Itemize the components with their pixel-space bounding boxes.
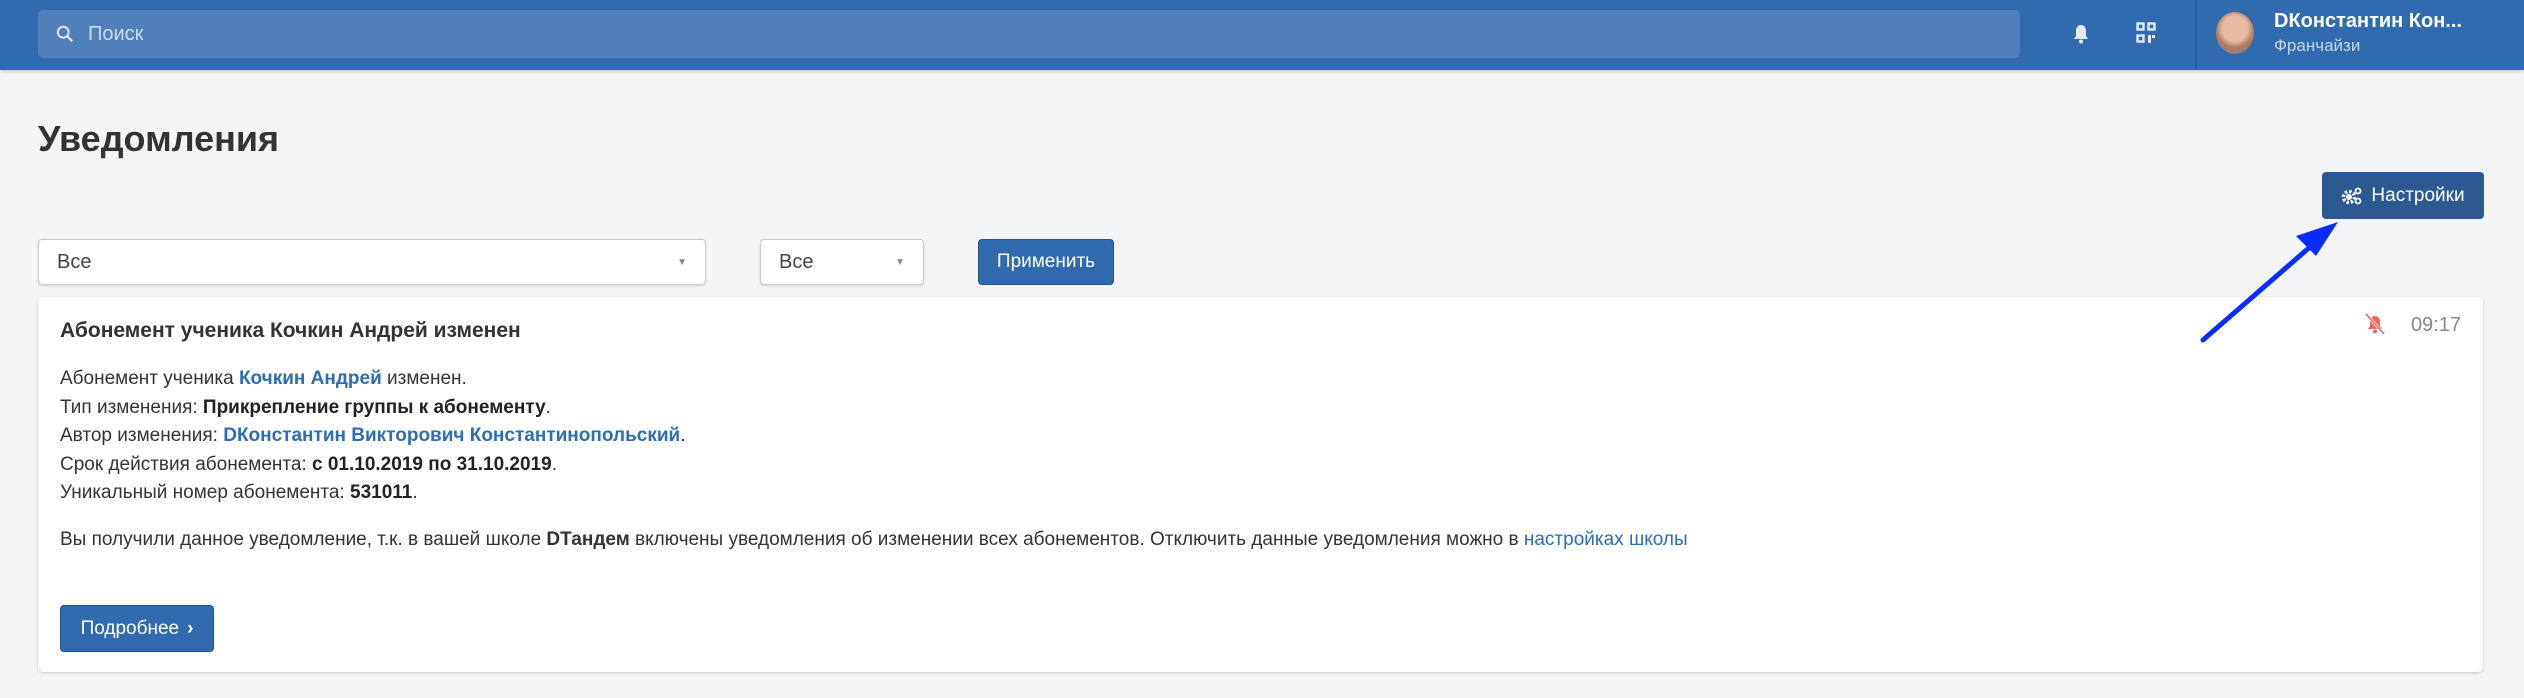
annotation-arrow [2200,222,2338,343]
